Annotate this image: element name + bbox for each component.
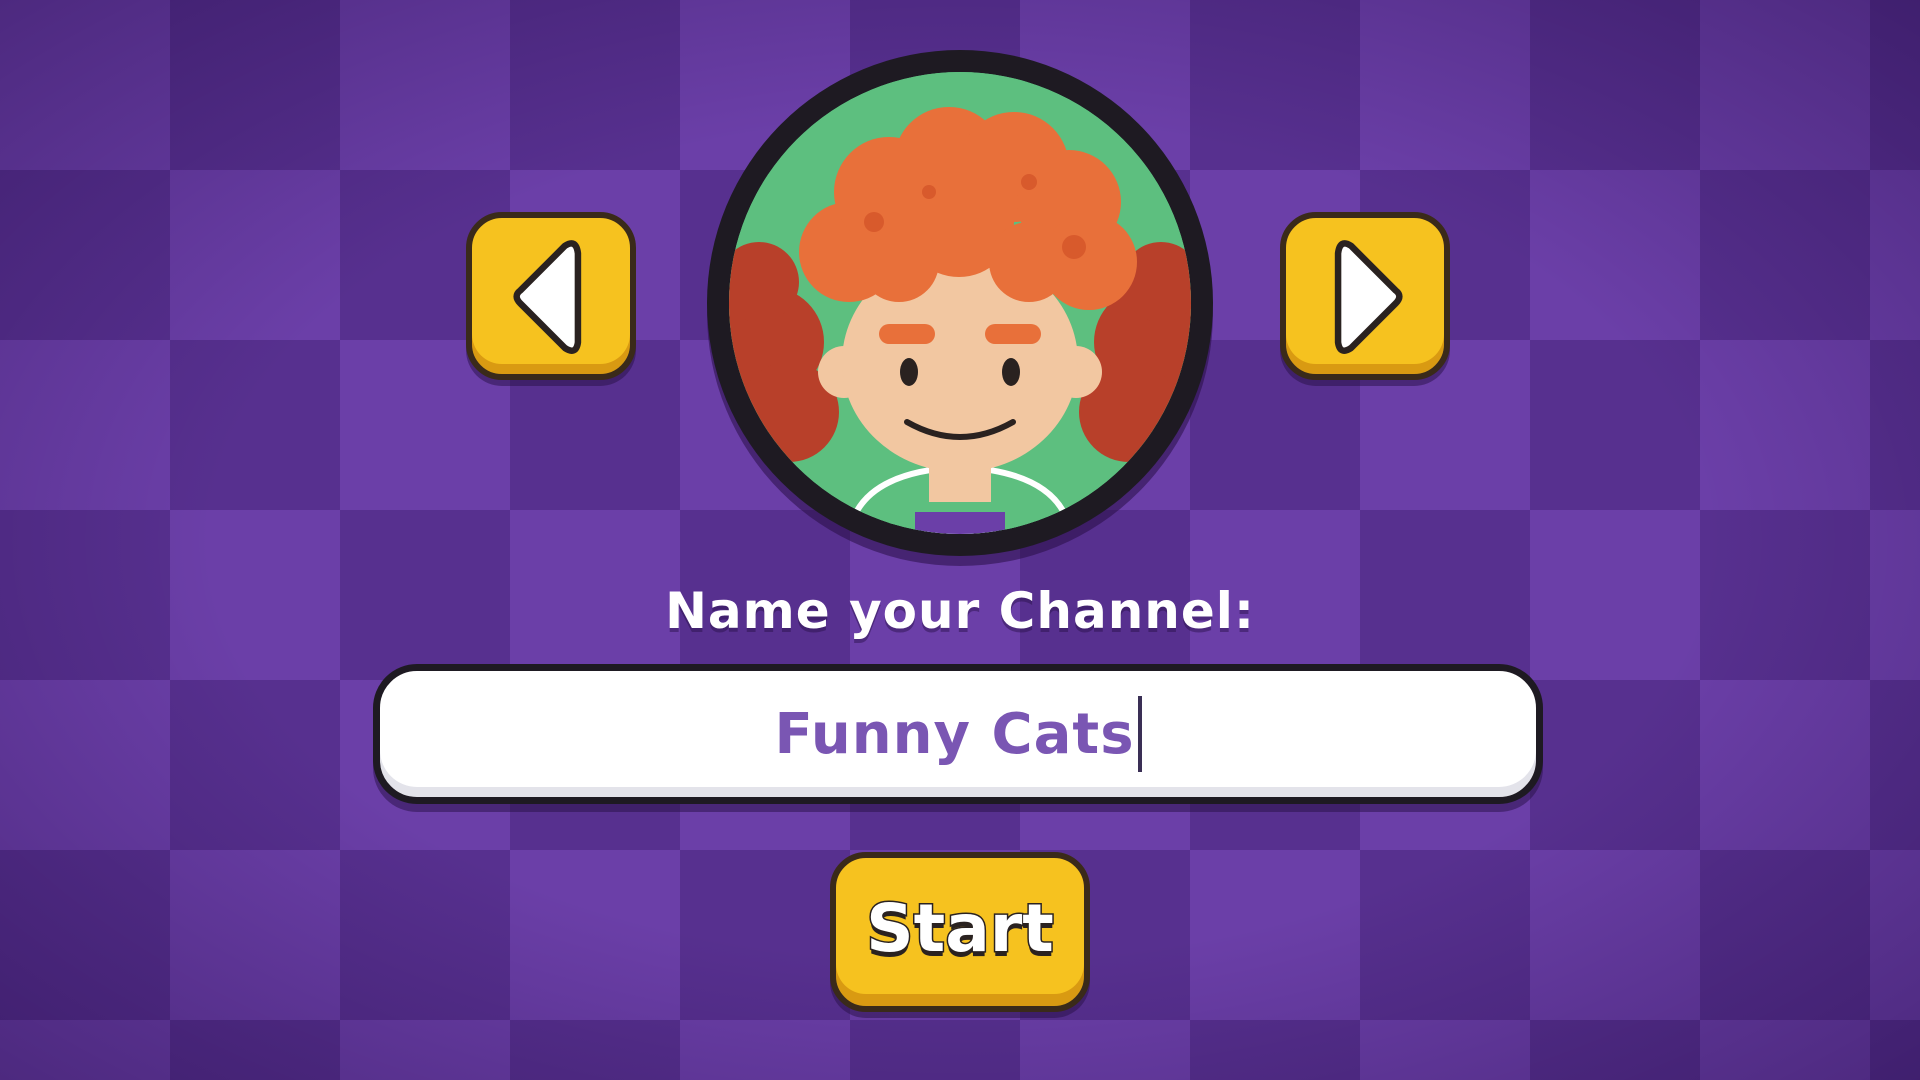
avatar-portrait	[729, 72, 1191, 534]
next-avatar-button[interactable]	[1280, 212, 1450, 380]
avatar-frame	[707, 50, 1213, 556]
start-button-label: Start	[865, 888, 1056, 968]
previous-avatar-button[interactable]	[466, 212, 636, 380]
right-arrow-icon	[1334, 240, 1403, 354]
start-button[interactable]: Start	[830, 852, 1090, 1012]
text-caret	[1137, 696, 1142, 772]
channel-name-value: Funny Cats	[774, 701, 1135, 767]
left-arrow-icon	[513, 240, 582, 354]
channel-name-label: Name your Channel:	[665, 582, 1255, 640]
curly-red-hair-avatar	[729, 72, 1191, 534]
channel-name-input[interactable]: Funny Cats	[373, 664, 1543, 804]
